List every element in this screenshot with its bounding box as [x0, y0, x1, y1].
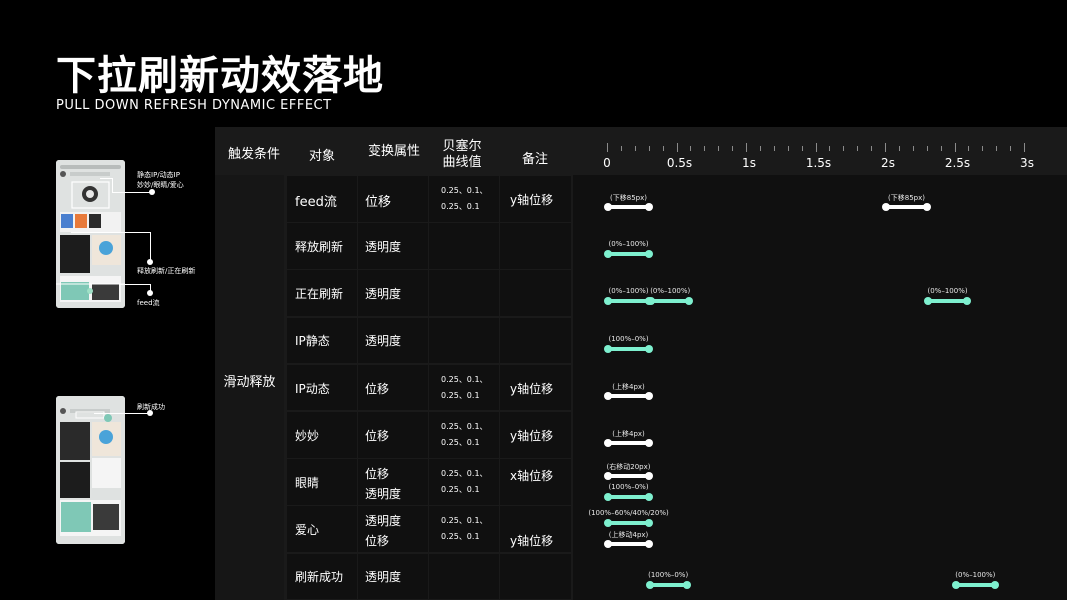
bar-end-dot	[645, 391, 654, 400]
timeline-bar-label: (100%–0%)	[608, 483, 649, 492]
bar-end-dot	[685, 297, 694, 306]
bar-end-dot	[645, 203, 654, 211]
bar-end-dot	[645, 519, 654, 528]
bar-start-dot	[923, 297, 932, 306]
bar-end-dot	[645, 493, 654, 502]
timeline-bar-position	[604, 391, 654, 400]
bar-start-dot	[604, 493, 612, 502]
timeline-bar-label: (0%–100%)	[927, 287, 968, 296]
bar-end-dot	[645, 250, 654, 259]
bar-start-dot	[604, 391, 612, 400]
timeline-bar-opacity	[604, 297, 654, 306]
bar-start-dot	[604, 344, 612, 353]
timeline-bar-label: (下移85px)	[610, 194, 648, 202]
bar-end-dot	[645, 540, 654, 549]
timeline-bar-opacity	[604, 519, 654, 528]
timeline-bars: (下移85px) (下移85px) (0%–100%) (0%–100%) (0%–10…	[0, 0, 1067, 600]
timeline-bar-label: (0%–100%)	[955, 570, 996, 579]
bar-end-dot	[682, 580, 691, 589]
bar-end-dot	[963, 297, 972, 306]
timeline-bar-position	[604, 439, 654, 447]
timeline-bar-label: (0%–100%)	[608, 240, 649, 249]
timeline-bar-label: (下移85px)	[888, 194, 926, 202]
timeline-bar-opacity	[645, 580, 691, 589]
timeline-bar-opacity	[604, 493, 654, 502]
timeline-bar-label: (上移4px)	[612, 430, 645, 438]
bar-end-dot	[645, 472, 654, 481]
bar-start-dot	[647, 297, 656, 306]
timeline-bar-opacity	[604, 344, 654, 353]
bar-end-dot	[991, 580, 1000, 589]
bar-start-dot	[604, 203, 612, 211]
timeline-bar-opacity	[647, 297, 694, 306]
timeline-bar-position	[882, 203, 932, 211]
bar-start-dot	[604, 297, 612, 306]
timeline-bar-label: (100%–60%/40%/20%)	[588, 509, 669, 518]
timeline-bar-label: (0%–100%)	[608, 287, 649, 296]
bar-end-dot	[645, 439, 654, 447]
bar-start-dot	[882, 203, 890, 211]
timeline-bar-label: (0%–100%)	[650, 287, 691, 296]
timeline-bar-label: (上移动4px)	[608, 531, 649, 540]
timeline-bar-label: (100%–0%)	[648, 570, 689, 579]
bar-end-dot	[645, 344, 654, 353]
bar-start-dot	[604, 439, 612, 447]
bar-start-dot	[604, 519, 612, 528]
timeline-bar-position	[604, 203, 654, 211]
timeline-bar-opacity	[604, 250, 654, 259]
timeline-bar-label: (右移动20px)	[606, 463, 651, 472]
bar-start-dot	[604, 540, 612, 549]
bar-start-dot	[604, 472, 612, 481]
bar-end-dot	[923, 203, 932, 211]
timeline-bar-label: (上移4px)	[612, 382, 645, 391]
timeline-bar-opacity	[923, 297, 972, 306]
bar-start-dot	[951, 580, 960, 589]
timeline-bar-opacity	[951, 580, 1000, 589]
timeline-bar-position	[604, 472, 654, 481]
bar-start-dot	[645, 580, 654, 589]
timeline-bar-position	[604, 540, 654, 549]
timeline-bar-label: (100%–0%)	[608, 334, 649, 343]
bar-start-dot	[604, 250, 612, 259]
